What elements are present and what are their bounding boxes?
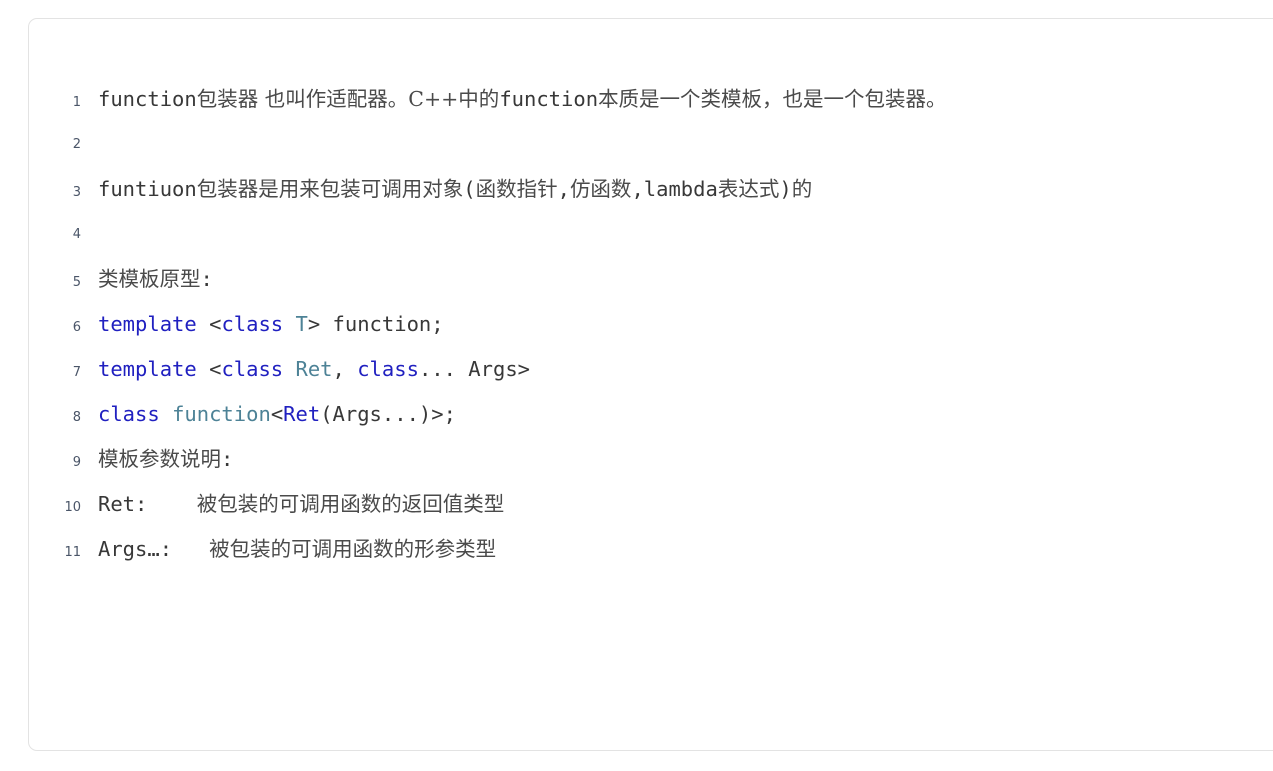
line-number: 2 <box>72 137 81 152</box>
code-line: 3 funtiuon包装器是用来包装可调用对象(函数指针,仿函数,lambda表达… <box>29 167 1273 212</box>
code-token-keyword: class <box>221 357 284 381</box>
code-token-keyword: class <box>357 357 419 381</box>
code-token-keyword: class <box>98 402 160 426</box>
code-token-cjk: 模板参数说明 <box>98 447 221 471</box>
line-number: 1 <box>72 95 81 110</box>
code-token-cjk: 函数指针 <box>475 177 558 201</box>
code-block-card: 1 function包装器 也叫作适配器。C++中的function本质是一个类模… <box>28 18 1273 751</box>
code-token-plain: < <box>196 357 222 381</box>
code-token-plain: < <box>196 312 222 336</box>
code-token-cjk: 表达式 <box>717 177 780 201</box>
code-token-keyword: Ret <box>283 402 321 426</box>
code-token-type: Ret <box>295 357 333 381</box>
line-number: 10 <box>64 500 81 515</box>
code-token-plain: : <box>221 447 234 471</box>
code-token-cjk: 被包装的可调用函数的形参类型 <box>209 537 497 561</box>
code-token-cjk: 的 <box>791 177 813 201</box>
code-token-plain: ) <box>779 177 792 201</box>
code-token-plain: ( <box>463 177 476 201</box>
code-line: 4 <box>29 212 1273 257</box>
code-token-keyword: template <box>98 312 197 336</box>
code-lines-container: 1 function包装器 也叫作适配器。C++中的function本质是一个类模… <box>29 19 1273 572</box>
code-line: 8 class function<Ret(Args...)>; <box>29 392 1273 437</box>
code-token-cjk: 仿函数 <box>569 177 632 201</box>
code-line: 9 模板参数说明: <box>29 437 1273 482</box>
code-token-type: T <box>295 312 308 336</box>
line-content[interactable]: template <class Ret, class... Args> <box>81 347 530 392</box>
code-token-plain: (Args...)>; <box>320 402 456 426</box>
line-content[interactable]: Args…: 被包装的可调用函数的形参类型 <box>81 527 496 572</box>
code-token-plain: funtiuon <box>98 177 197 201</box>
code-line: 1 function包装器 也叫作适配器。C++中的function本质是一个类模… <box>29 77 1273 122</box>
code-line: 6 template <class T> function; <box>29 302 1273 347</box>
line-content[interactable]: 模板参数说明: <box>81 437 233 482</box>
code-token-plain: ... Args> <box>418 357 531 381</box>
code-token-cjk: 本质是一个类模板，也是一个包装器。 <box>598 87 947 111</box>
code-token-plain: , <box>557 177 570 201</box>
code-token-plain: , <box>332 357 358 381</box>
code-line: 10 Ret: 被包装的可调用函数的返回值类型 <box>29 482 1273 527</box>
code-token-plain: function <box>499 87 599 111</box>
code-token-cjk: 包装器是用来包装可调用对象 <box>196 177 464 201</box>
code-line: 7 template <class Ret, class... Args> <box>29 347 1273 392</box>
line-number: 11 <box>64 545 81 560</box>
line-number: 3 <box>72 185 81 200</box>
line-number: 8 <box>72 410 81 425</box>
code-token-plain: > function; <box>307 312 444 336</box>
code-token-plain: , <box>631 177 644 201</box>
code-token-type: function <box>172 402 271 426</box>
line-content[interactable]: Ret: 被包装的可调用函数的返回值类型 <box>81 482 504 527</box>
code-line: 11 Args…: 被包装的可调用函数的形参类型 <box>29 527 1273 572</box>
line-number: 7 <box>72 365 81 380</box>
code-line: 2 <box>29 122 1273 167</box>
line-number: 5 <box>72 275 81 290</box>
line-content[interactable]: function包装器 也叫作适配器。C++中的function本质是一个类模板… <box>81 77 947 122</box>
code-token-cjk: 包装器 也叫作适配器。C++中的 <box>196 87 500 111</box>
line-content[interactable]: funtiuon包装器是用来包装可调用对象(函数指针,仿函数,lambda表达式… <box>81 167 812 212</box>
line-number: 4 <box>72 227 81 242</box>
line-number: 9 <box>72 455 81 470</box>
line-content[interactable]: class function<Ret(Args...)>; <box>81 392 456 437</box>
line-number: 6 <box>72 320 81 335</box>
code-token-plain: lambda <box>643 177 718 201</box>
code-token-cjk: 类模板原型 <box>98 267 201 291</box>
code-token-plain: Ret: <box>98 492 197 516</box>
code-token-cjk: 被包装的可调用函数的返回值类型 <box>196 492 505 516</box>
code-token-plain: function <box>98 87 197 111</box>
code-token-plain: : <box>200 267 213 291</box>
code-token-keyword: class <box>221 312 284 336</box>
code-token-plain: Args…: <box>98 537 210 561</box>
line-content[interactable]: 类模板原型: <box>81 257 213 302</box>
code-line: 5 类模板原型: <box>29 257 1273 302</box>
code-token-plain: < <box>270 402 284 426</box>
line-content[interactable]: template <class T> function; <box>81 302 444 347</box>
code-token-keyword: template <box>98 357 197 381</box>
